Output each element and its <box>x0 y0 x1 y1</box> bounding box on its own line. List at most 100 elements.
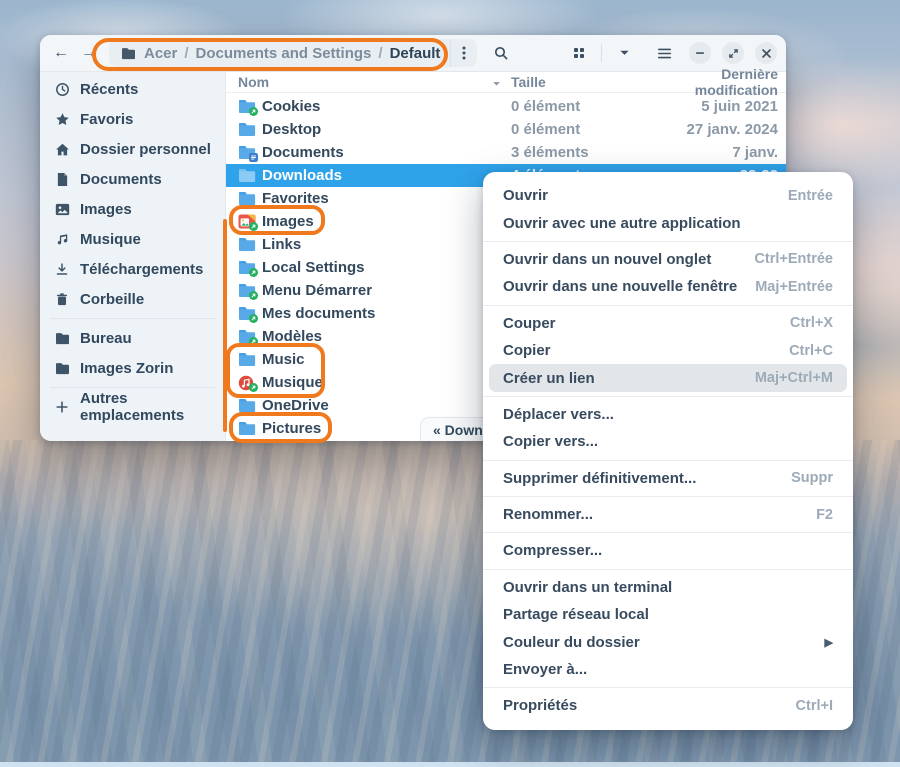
menu-item-label: Déplacer vers... <box>503 406 614 423</box>
maximize-icon <box>728 48 739 59</box>
shortcut-badge-icon <box>249 107 258 116</box>
maximize-button[interactable] <box>722 42 744 64</box>
file-name: Downloads <box>262 167 342 184</box>
column-headers: Nom Taille Dernière modification <box>226 72 786 93</box>
file-row[interactable]: Desktop 0 élément 27 janv. 2024 <box>226 118 786 141</box>
context-menu-item-highlighted[interactable]: Créer un lien Maj+Ctrl+M <box>489 364 847 391</box>
sidebar-item-musique[interactable]: Musique <box>40 224 225 254</box>
hamburger-menu-button[interactable] <box>650 39 678 67</box>
menu-item-shortcut: Ctrl+X <box>790 315 833 331</box>
sidebar-item-label: Favoris <box>80 111 133 128</box>
context-menu-item[interactable]: Compresser... <box>489 537 847 564</box>
context-menu-item[interactable]: Ouvrir avec une autre application <box>489 209 847 236</box>
menu-item-shortcut: F2 <box>816 507 833 523</box>
context-menu-item[interactable]: Renommer... F2 <box>489 501 847 528</box>
file-size: 0 élément <box>511 98 656 115</box>
grid-view-button[interactable] <box>565 39 593 67</box>
menu-item-label: Copier vers... <box>503 433 598 450</box>
menu-divider <box>483 305 853 306</box>
context-menu: Ouvrir Entrée Ouvrir avec une autre appl… <box>483 172 853 730</box>
music-icon <box>54 231 70 247</box>
sidebar-item-images[interactable]: Images <box>40 194 225 224</box>
sidebar-item-label: Images <box>80 201 132 218</box>
menu-item-label: Supprimer définitivement... <box>503 470 696 487</box>
image-icon <box>54 201 70 217</box>
sidebar-item-dossier-personnel[interactable]: Dossier personnel <box>40 134 225 164</box>
context-menu-item[interactable]: Ouvrir dans un terminal <box>489 574 847 601</box>
minimize-icon <box>695 48 705 58</box>
breadcrumb-item-current[interactable]: Default <box>390 45 441 62</box>
sidebar-item-documents[interactable]: Documents <box>40 164 225 194</box>
context-menu-item[interactable]: Ouvrir dans un nouvel onglet Ctrl+Entrée <box>489 246 847 273</box>
context-menu-item[interactable]: Propriétés Ctrl+I <box>489 692 847 719</box>
file-row[interactable]: Documents 3 éléments 7 janv. <box>226 141 786 164</box>
sidebar-item-autres-emplacements[interactable]: Autres emplacements <box>40 392 225 422</box>
sidebar-item-r-cents[interactable]: Récents <box>40 74 225 104</box>
breadcrumb-item[interactable]: Acer <box>144 45 177 62</box>
sidebar-item-images-zorin[interactable]: Images Zorin <box>40 353 225 383</box>
context-menu-item[interactable]: Partage réseau local <box>489 601 847 628</box>
file-name: Documents <box>262 144 344 161</box>
menu-item-label: Copier <box>503 342 551 359</box>
submenu-arrow-icon: ▶ <box>825 636 833 649</box>
sidebar-item-bureau[interactable]: Bureau <box>40 323 225 353</box>
file-row[interactable]: Cookies 0 élément 5 juin 2021 <box>226 95 786 118</box>
hamburger-menu-icon <box>658 48 671 59</box>
folder-icon <box>238 191 256 206</box>
sidebar-item-corbeille[interactable]: Corbeille <box>40 284 225 314</box>
music-emblem-icon <box>238 375 256 390</box>
menu-item-label: Créer un lien <box>503 370 595 387</box>
menu-item-shortcut: Ctrl+Entrée <box>754 251 833 267</box>
menu-divider <box>483 532 853 533</box>
sidebar-item-label: Corbeille <box>80 291 144 308</box>
context-menu-item[interactable]: Ouvrir dans une nouvelle fenêtre Maj+Ent… <box>489 273 847 300</box>
context-menu-item[interactable]: Envoyer à... <box>489 656 847 683</box>
breadcrumb[interactable]: Acer / Documents and Settings / Default <box>109 39 477 67</box>
sidebar-item-label: Musique <box>80 231 141 248</box>
file-name: Images <box>262 213 314 230</box>
context-menu-item[interactable]: Copier Ctrl+C <box>489 337 847 364</box>
context-menu-item[interactable]: Ouvrir Entrée <box>489 182 847 209</box>
sidebar-item-label: Bureau <box>80 330 132 347</box>
close-button[interactable] <box>755 42 777 64</box>
folder-icon <box>120 45 136 61</box>
file-modified: 7 janv. <box>656 144 778 161</box>
menu-item-label: Couleur du dossier <box>503 634 640 651</box>
sidebar-item-t-l-chargements[interactable]: Téléchargements <box>40 254 225 284</box>
path-options-button[interactable] <box>450 39 477 67</box>
file-name: Modèles <box>262 328 322 345</box>
context-menu-item[interactable]: Supprimer définitivement... Suppr <box>489 465 847 492</box>
minimize-button[interactable] <box>689 42 711 64</box>
clock-icon <box>54 81 70 97</box>
file-name: Mes documents <box>262 305 375 322</box>
folder-icon <box>238 237 256 252</box>
plus-icon <box>54 399 70 415</box>
sidebar-item-favoris[interactable]: Favoris <box>40 104 225 134</box>
back-button[interactable]: ← <box>49 40 73 66</box>
shortcut-badge-icon <box>249 268 258 277</box>
trash-icon <box>54 291 70 307</box>
context-menu-item[interactable]: Couleur du dossier ▶ <box>489 628 847 655</box>
view-options-button[interactable] <box>610 39 638 67</box>
context-menu-item[interactable]: Couper Ctrl+X <box>489 310 847 337</box>
sidebar-divider <box>50 387 215 388</box>
file-name: Favorites <box>262 190 329 207</box>
menu-item-shortcut: Maj+Ctrl+M <box>755 370 833 386</box>
column-header-name[interactable]: Nom <box>238 74 511 90</box>
breadcrumb-item[interactable]: Documents and Settings <box>196 45 372 62</box>
shortcut-badge-icon <box>249 291 258 300</box>
sidebar-item-label: Récents <box>80 81 138 98</box>
shortcut-badge-icon <box>249 222 258 231</box>
menu-item-shortcut: Entrée <box>788 188 833 204</box>
sidebar-item-label: Dossier personnel <box>80 141 211 158</box>
column-header-size[interactable]: Taille <box>511 74 656 90</box>
menu-item-label: Partage réseau local <box>503 606 649 623</box>
download-icon <box>54 261 70 277</box>
wallpaper-bottom-strip <box>0 762 900 767</box>
menu-item-shortcut: Maj+Entrée <box>755 279 833 295</box>
header-divider <box>601 44 602 62</box>
context-menu-item[interactable]: Déplacer vers... <box>489 401 847 428</box>
search-button[interactable] <box>487 39 515 67</box>
context-menu-item[interactable]: Copier vers... <box>489 428 847 455</box>
forward-button[interactable]: → <box>77 40 101 66</box>
